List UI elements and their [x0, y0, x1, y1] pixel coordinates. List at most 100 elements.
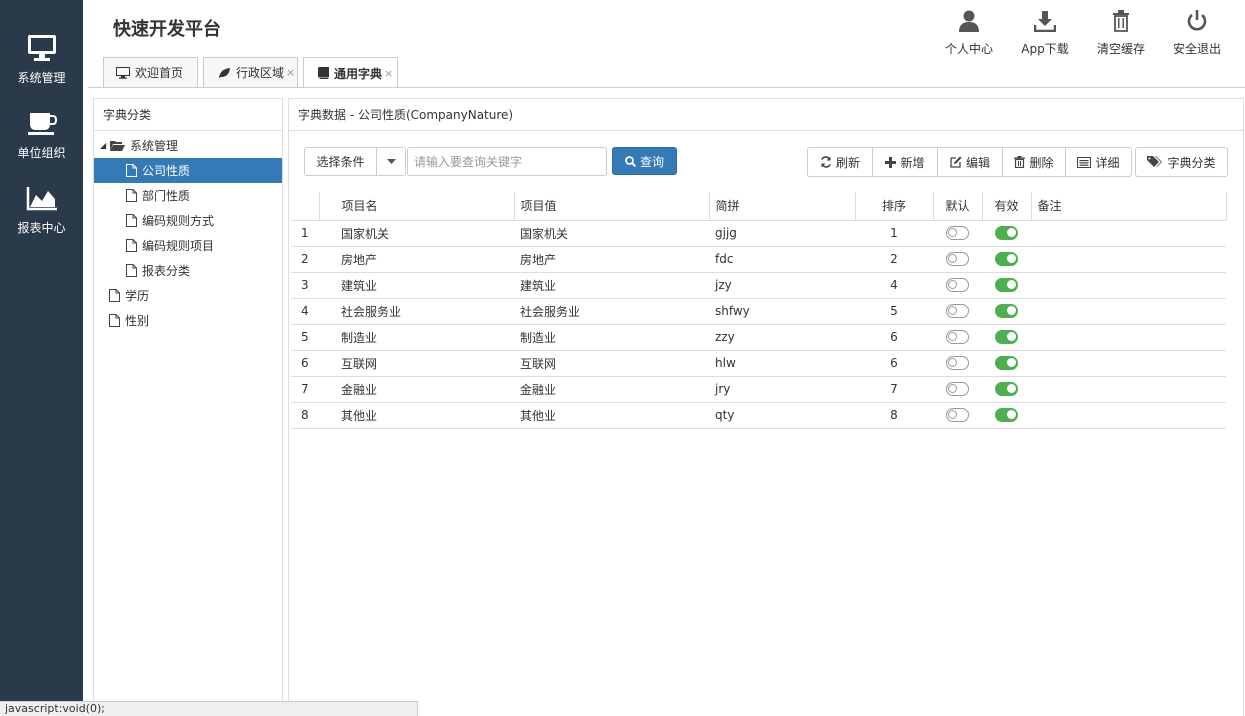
- header-actions: 个人中心 App下载 清空缓存 安全退出: [931, 6, 1235, 57]
- file-icon: [126, 239, 137, 252]
- default-toggle[interactable]: [946, 278, 969, 293]
- valid-toggle[interactable]: [995, 226, 1018, 241]
- toolbar: 选择条件 查询 刷新 新增: [304, 147, 1229, 177]
- edit-button[interactable]: 编辑: [938, 148, 1003, 176]
- search-icon: [625, 155, 636, 167]
- cell-note: [1031, 350, 1226, 377]
- cell-index: 5: [291, 324, 319, 351]
- cell-pinyin: jzy: [709, 272, 855, 299]
- tab-label: 通用字典: [334, 66, 383, 81]
- cell-note: [1031, 402, 1226, 429]
- table-row[interactable]: 4 社会服务业 社会服务业 shfwy 5: [291, 298, 1226, 325]
- valid-toggle[interactable]: [995, 330, 1018, 345]
- col-header-sort[interactable]: 排序: [855, 192, 934, 221]
- tree-node-report-category[interactable]: 报表分类: [94, 258, 282, 283]
- caret-down-icon: [377, 148, 405, 175]
- tree-node-label: 系统管理: [130, 139, 179, 153]
- default-toggle[interactable]: [946, 252, 969, 267]
- delete-button[interactable]: 删除: [1003, 148, 1066, 176]
- cell-index: 3: [291, 272, 319, 299]
- valid-toggle[interactable]: [995, 408, 1018, 423]
- cell-default: [933, 350, 982, 377]
- file-icon: [109, 314, 120, 327]
- table-row[interactable]: 3 建筑业 建筑业 jzy 4: [291, 272, 1226, 299]
- detail-button[interactable]: 详细: [1066, 148, 1131, 176]
- table-row[interactable]: 5 制造业 制造业 zzy 6: [291, 324, 1226, 351]
- cell-name: 金融业: [319, 376, 514, 403]
- app-download-button[interactable]: App下载: [1007, 6, 1083, 57]
- tab-welcome[interactable]: 欢迎首页: [103, 57, 198, 87]
- tab-general-dictionary[interactable]: 通用字典 ×: [303, 57, 398, 88]
- trash-icon: [1112, 6, 1130, 32]
- nav-item-report[interactable]: 报表中心: [0, 172, 83, 247]
- col-header-valid[interactable]: 有效: [982, 192, 1032, 221]
- select-condition-dropdown[interactable]: 选择条件: [304, 147, 406, 176]
- nav-item-label: 系统管理: [17, 71, 66, 85]
- refresh-button[interactable]: 刷新: [808, 148, 873, 176]
- file-icon: [126, 189, 137, 202]
- cell-index: 1: [291, 220, 319, 247]
- cell-default: [933, 402, 982, 429]
- tree-node-dept-nature[interactable]: 部门性质: [94, 183, 282, 208]
- tree-node-gender[interactable]: 性别: [94, 308, 282, 333]
- default-toggle[interactable]: [946, 408, 969, 423]
- tab-label: 欢迎首页: [135, 66, 184, 80]
- tab-admin-region[interactable]: 行政区域 ×: [203, 57, 298, 87]
- valid-toggle[interactable]: [995, 356, 1018, 371]
- default-toggle[interactable]: [946, 304, 969, 319]
- clear-cache-button[interactable]: 清空缓存: [1083, 6, 1159, 57]
- book-icon: [318, 67, 329, 79]
- col-header-name[interactable]: 项目名: [319, 192, 515, 221]
- power-icon: [1186, 6, 1208, 32]
- close-icon[interactable]: ×: [286, 66, 295, 79]
- nav-item-org[interactable]: 单位组织: [0, 97, 83, 172]
- action-button-group: 刷新 新增 编辑 删除 详细: [807, 147, 1132, 177]
- valid-toggle[interactable]: [995, 278, 1018, 293]
- default-toggle[interactable]: [946, 226, 969, 241]
- valid-toggle[interactable]: [995, 304, 1018, 319]
- valid-toggle[interactable]: [995, 252, 1018, 267]
- dictionary-category-button[interactable]: 字典分类: [1135, 147, 1228, 177]
- nav-item-system[interactable]: 系统管理: [0, 22, 83, 97]
- cell-index: 2: [291, 246, 319, 273]
- expand-arrow-icon[interactable]: ◢: [100, 141, 110, 150]
- personal-center-button[interactable]: 个人中心: [931, 6, 1007, 57]
- cell-note: [1031, 324, 1226, 351]
- tree-node-code-rule-method[interactable]: 编码规则方式: [94, 208, 282, 233]
- table-row[interactable]: 2 房地产 房地产 fdc 2: [291, 246, 1226, 273]
- col-header-note[interactable]: 备注: [1031, 192, 1227, 221]
- tab-label: 行政区域: [236, 66, 285, 80]
- default-toggle[interactable]: [946, 330, 969, 345]
- cell-pinyin: jry: [709, 376, 855, 403]
- default-toggle[interactable]: [946, 382, 969, 397]
- query-button[interactable]: 查询: [612, 147, 677, 175]
- col-header-value[interactable]: 项目值: [514, 192, 710, 221]
- table-row[interactable]: 7 金融业 金融业 jry 7: [291, 376, 1226, 403]
- tree-node-education[interactable]: 学历: [94, 283, 282, 308]
- table-row[interactable]: 6 互联网 互联网 hlw 6: [291, 350, 1226, 377]
- tree-node-code-rule-item[interactable]: 编码规则项目: [94, 233, 282, 258]
- cell-value: 互联网: [514, 350, 709, 377]
- monitor-icon: [116, 66, 130, 79]
- cell-index: 6: [291, 350, 319, 377]
- cell-pinyin: fdc: [709, 246, 855, 273]
- cell-sort: 2: [855, 246, 933, 273]
- default-toggle[interactable]: [946, 356, 969, 371]
- app-title: 快速开发平台: [113, 19, 221, 40]
- col-header-default[interactable]: 默认: [933, 192, 983, 221]
- col-header-pinyin[interactable]: 简拼: [709, 192, 856, 221]
- table-row[interactable]: 1 国家机关 国家机关 gjjg 1: [291, 220, 1226, 247]
- cell-value: 其他业: [514, 402, 709, 429]
- add-button[interactable]: 新增: [873, 148, 938, 176]
- tree-node-label: 报表分类: [142, 264, 191, 278]
- table-header-row: 项目名 项目值 简拼 排序 默认 有效 备注: [291, 192, 1227, 221]
- header: 快速开发平台 个人中心 App下载 清空缓存 安全退出: [83, 0, 1245, 58]
- close-icon[interactable]: ×: [384, 67, 393, 80]
- tree-node-system[interactable]: ◢ 系统管理: [94, 133, 282, 158]
- cell-pinyin: qty: [709, 402, 855, 429]
- table-row[interactable]: 8 其他业 其他业 qty 8: [291, 402, 1226, 429]
- search-input[interactable]: [407, 147, 607, 176]
- valid-toggle[interactable]: [995, 382, 1018, 397]
- logout-button[interactable]: 安全退出: [1159, 6, 1235, 57]
- tree-node-company-nature[interactable]: 公司性质: [94, 158, 282, 183]
